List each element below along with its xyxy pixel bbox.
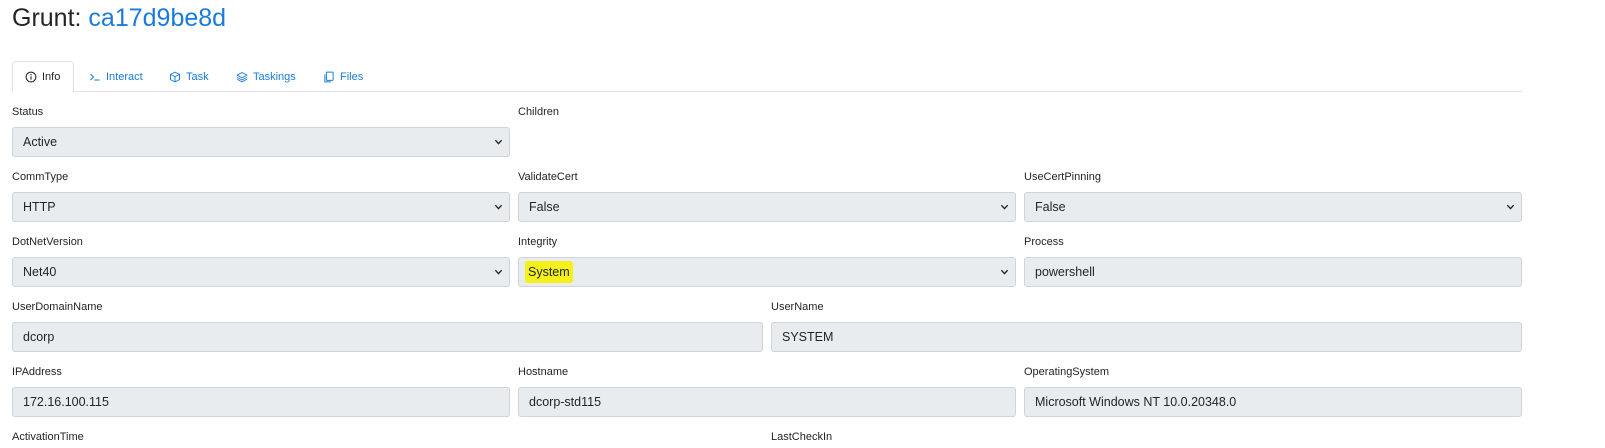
usecertpinning-value: False [1035, 200, 1066, 214]
integrity-select[interactable]: System [518, 257, 1016, 287]
ipaddress-label: IPAddress [12, 366, 62, 378]
chevron-down-icon [1000, 204, 1009, 210]
layers-icon [236, 71, 248, 83]
validatecert-select[interactable]: False [518, 192, 1016, 222]
process-label: Process [1024, 236, 1064, 248]
tab-label: Interact [106, 70, 143, 83]
box-icon [169, 71, 181, 83]
page-title: Grunt: ca17d9be8d [12, 4, 226, 33]
status-value: Active [23, 135, 58, 149]
tab-label: Files [340, 70, 364, 83]
files-icon [323, 71, 335, 83]
status-label: Status [12, 106, 44, 118]
operatingsystem-value: Microsoft Windows NT 10.0.20348.0 [1035, 395, 1237, 409]
username-value: SYSTEM [782, 330, 834, 344]
status-select[interactable]: Active [12, 127, 510, 157]
chevron-down-icon [494, 204, 503, 210]
chevron-down-icon [1000, 269, 1009, 275]
tab-interact[interactable]: Interact [89, 61, 143, 92]
dotnetversion-value: Net40 [23, 265, 57, 279]
tab-info[interactable]: Info [12, 61, 74, 93]
integrity-label: Integrity [518, 236, 558, 248]
info-circle-icon [25, 71, 37, 83]
operatingsystem-label: OperatingSystem [1024, 366, 1109, 378]
children-label: Children [518, 106, 559, 118]
hostname-field[interactable]: dcorp-std115 [518, 387, 1016, 417]
tab-taskings[interactable]: Taskings [236, 61, 296, 92]
username-field[interactable]: SYSTEM [771, 322, 1522, 352]
process-value: powershell [1035, 265, 1095, 279]
usecertpinning-select[interactable]: False [1024, 192, 1522, 222]
tab-bar: Info Interact Task Taskings Files [12, 61, 1522, 93]
hostname-label: Hostname [518, 366, 569, 378]
chevron-down-icon [1506, 204, 1515, 210]
commtype-label: CommType [12, 171, 69, 183]
usecertpinning-label: UseCertPinning [1024, 171, 1102, 183]
dotnetversion-select[interactable]: Net40 [12, 257, 510, 287]
process-field[interactable]: powershell [1024, 257, 1522, 287]
userdomainname-field[interactable]: dcorp [12, 322, 763, 352]
commtype-select[interactable]: HTTP [12, 192, 510, 222]
commtype-value: HTTP [23, 200, 56, 214]
tab-task[interactable]: Task [169, 61, 209, 92]
userdomainname-value: dcorp [23, 330, 55, 344]
activationtime-label: ActivationTime [12, 431, 84, 443]
operatingsystem-field[interactable]: Microsoft Windows NT 10.0.20348.0 [1024, 387, 1522, 417]
chevron-down-icon [494, 139, 503, 145]
page-title-prefix: Grunt: [12, 4, 89, 32]
ipaddress-value: 172.16.100.115 [23, 395, 109, 409]
userdomainname-label: UserDomainName [12, 301, 103, 313]
hostname-value: dcorp-std115 [529, 395, 602, 409]
validatecert-value: False [529, 200, 560, 214]
username-label: UserName [771, 301, 824, 313]
integrity-value: System [525, 261, 573, 283]
ipaddress-field[interactable]: 172.16.100.115 [12, 387, 510, 417]
tab-files[interactable]: Files [323, 61, 363, 92]
tab-label: Taskings [253, 70, 296, 83]
validatecert-label: ValidateCert [518, 171, 578, 183]
lastcheckin-label: LastCheckIn [771, 431, 833, 443]
tab-label: Info [42, 71, 61, 83]
dotnetversion-label: DotNetVersion [12, 236, 83, 248]
tab-label: Task [186, 70, 209, 83]
grunt-id: ca17d9be8d [88, 4, 227, 32]
chevron-down-icon [494, 269, 503, 275]
terminal-prompt-icon [89, 71, 101, 83]
